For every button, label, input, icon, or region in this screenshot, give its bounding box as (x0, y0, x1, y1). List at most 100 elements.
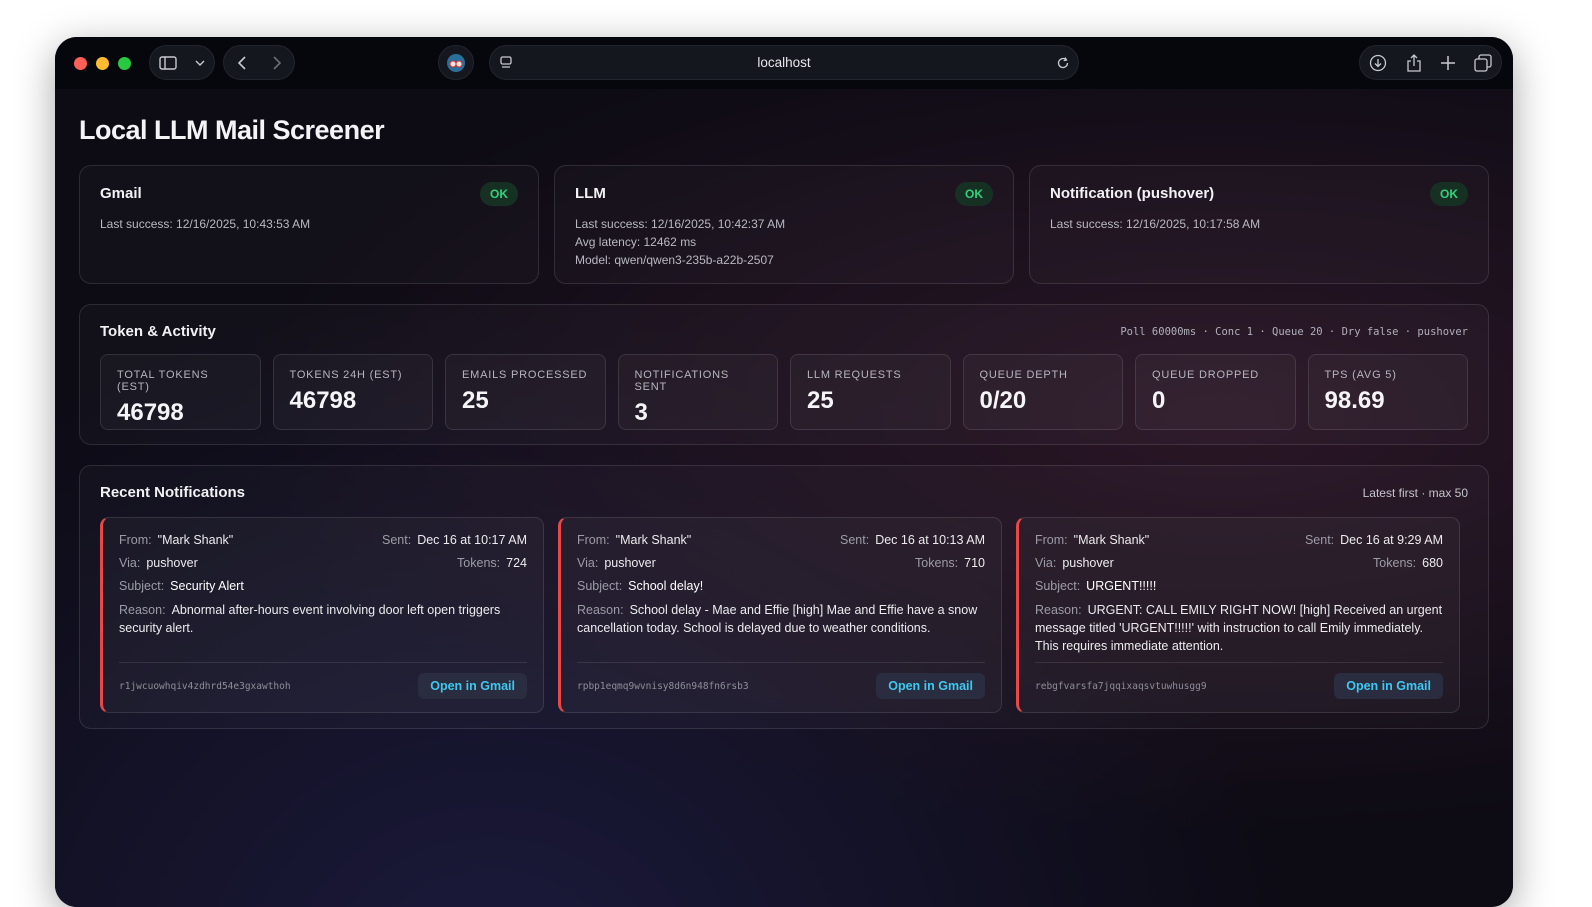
stat-tile: LLM REQUESTS 25 (790, 354, 951, 430)
stat-value: 3 (634, 399, 648, 426)
service-card-notification: Notification (pushover) OK Last success:… (1029, 165, 1489, 284)
last-success: Last success: 12/16/2025, 10:43:53 AM (100, 217, 311, 231)
token-activity-section: Token & Activity Poll 60000ms · Conc 1 ·… (79, 304, 1489, 445)
stat-value: 46798 (289, 387, 357, 414)
service-card-llm: LLM OK Last success: 12/16/2025, 10:42:3… (554, 165, 1014, 284)
stat-value: 0 (1152, 387, 1166, 414)
via-value: pushover (1062, 556, 1114, 570)
subject-value: Security Alert (170, 579, 244, 593)
stat-value: 46798 (117, 399, 184, 426)
from-value: "Mark Shank" (1073, 533, 1150, 547)
back-icon[interactable] (237, 55, 246, 70)
maximize-window-button[interactable] (118, 56, 131, 70)
sidebar-toggle-button[interactable] (149, 45, 215, 80)
tokens-value: 724 (506, 556, 527, 570)
stat-label: TOKENS 24H (EST) (289, 369, 403, 381)
via-value: pushover (604, 556, 656, 570)
service-name: Gmail (100, 185, 142, 202)
message-id: rpbp1eqmq9wvnisy8d6n948fn6rsb3 (577, 680, 749, 692)
share-icon[interactable] (1406, 53, 1422, 72)
via-label: Via: (577, 556, 599, 570)
page-menu-icon[interactable] (500, 55, 512, 70)
service-name: LLM (575, 185, 606, 202)
sent-value: Dec 16 at 10:13 AM (875, 533, 985, 547)
via-label: Via: (119, 556, 141, 570)
stat-tile: EMAILS PROCESSED 25 (445, 354, 606, 430)
page-content: Local LLM Mail Screener Gmail OK Last su… (55, 89, 1513, 907)
stat-tile: TOKENS 24H (EST) 46798 (272, 354, 433, 430)
new-tab-icon[interactable] (1440, 55, 1455, 70)
extension-avatar-icon (446, 53, 466, 73)
message-id: r1jwcuowhqiv4zdhrd54e3gxawthoh (119, 680, 291, 692)
chevron-down-icon (195, 60, 205, 66)
stat-label: TPS (AVG 5) (1324, 369, 1397, 381)
reason-label: Reason: (577, 603, 624, 617)
recent-notifications-section: Recent Notifications Latest first · max … (79, 465, 1489, 729)
status-badge: OK (955, 182, 993, 206)
stat-tile: TOTAL TOKENS (EST) 46798 (100, 354, 261, 430)
stat-tile: NOTIFICATIONS SENT 3 (617, 354, 778, 430)
sent-label: Sent: (840, 533, 870, 547)
tokens-value: 680 (1422, 556, 1443, 570)
service-card-gmail: Gmail OK Last success: 12/16/2025, 10:43… (79, 165, 539, 284)
from-label: From: (119, 533, 152, 547)
sent-value: Dec 16 at 10:17 AM (417, 533, 527, 547)
from-label: From: (1035, 533, 1068, 547)
via-label: Via: (1035, 556, 1057, 570)
open-in-gmail-button[interactable]: Open in Gmail (1334, 673, 1443, 699)
message-id: rebgfvarsfa7jqqixaqsvtuwhusgg9 (1035, 680, 1207, 692)
stat-label: QUEUE DEPTH (979, 369, 1068, 381)
reason-value: Abnormal after-hours event involving doo… (119, 603, 501, 635)
stat-tile: QUEUE DROPPED 0 (1135, 354, 1296, 430)
from-label: From: (577, 533, 610, 547)
subject-value: School delay! (628, 579, 704, 593)
stat-label: TOTAL TOKENS (EST) (117, 369, 209, 393)
tab-overview-icon[interactable] (1473, 53, 1492, 72)
config-summary: Poll 60000ms · Conc 1 · Queue 20 · Dry f… (1120, 325, 1468, 338)
stat-value: 98.69 (1324, 387, 1385, 414)
open-in-gmail-button[interactable]: Open in Gmail (876, 673, 985, 699)
close-window-button[interactable] (74, 56, 87, 70)
extension-button[interactable] (438, 45, 474, 80)
sent-value: Dec 16 at 9:29 AM (1340, 533, 1443, 547)
list-meta: Latest first · max 50 (1362, 485, 1468, 500)
tokens-label: Tokens: (915, 556, 959, 570)
reason-label: Reason: (1035, 603, 1082, 617)
status-badge: OK (480, 182, 518, 206)
sent-label: Sent: (1304, 533, 1335, 547)
reload-icon[interactable] (1056, 56, 1070, 70)
from-value: "Mark Shank" (615, 533, 692, 547)
stat-label: QUEUE DROPPED (1152, 369, 1259, 381)
open-in-gmail-button[interactable]: Open in Gmail (418, 673, 527, 699)
reason-value: School delay - Mae and Effie [high] Mae … (577, 603, 978, 635)
stat-label: EMAILS PROCESSED (462, 369, 588, 381)
page-title: Local LLM Mail Screener (79, 115, 385, 145)
service-name: Notification (pushover) (1050, 185, 1215, 202)
sent-label: Sent: (382, 533, 412, 547)
minimize-window-button[interactable] (96, 56, 109, 70)
last-success: Last success: 12/16/2025, 10:42:37 AM (575, 217, 786, 231)
url-text: localhost (757, 55, 811, 70)
reason-label: Reason: (119, 603, 166, 617)
tokens-value: 710 (964, 556, 985, 570)
reason-value: URGENT: CALL EMILY RIGHT NOW! [high] Rec… (1035, 603, 1443, 653)
tokens-label: Tokens: (457, 556, 501, 570)
status-badge: OK (1430, 182, 1468, 206)
stat-tile: TPS (AVG 5) 98.69 (1307, 354, 1468, 430)
notification-card: From: "Mark Shank" Sent: Dec 16 at 10:17 AM… (100, 517, 544, 713)
model: Model: qwen/qwen3-235b-a22b-2507 (575, 253, 774, 267)
via-value: pushover (146, 556, 198, 570)
section-title: Recent Notifications (100, 484, 246, 501)
download-icon[interactable] (1369, 54, 1387, 72)
stat-tile: QUEUE DEPTH 0/20 (962, 354, 1123, 430)
section-title: Token & Activity (100, 323, 216, 340)
avg-latency: Avg latency: 12462 ms (575, 235, 697, 249)
address-bar[interactable]: localhost (489, 45, 1079, 80)
forward-icon[interactable] (272, 55, 281, 70)
browser-toolbar: localhost (55, 37, 1513, 89)
stat-label: NOTIFICATIONS SENT (634, 369, 730, 393)
subject-label: Subject: (577, 579, 623, 593)
stat-value: 0/20 (979, 387, 1027, 414)
stat-value: 25 (807, 387, 834, 414)
tokens-label: Tokens: (1373, 556, 1417, 570)
